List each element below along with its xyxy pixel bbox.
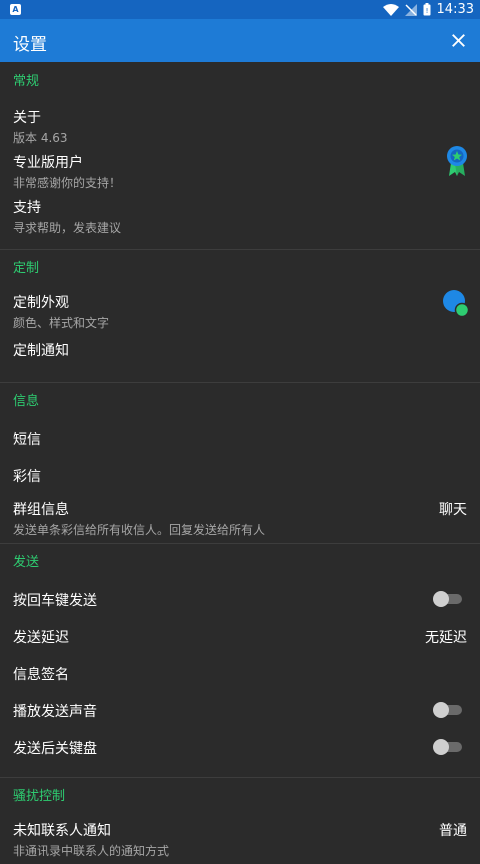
setting-send-sound[interactable]: 播放发送声音 <box>0 701 480 738</box>
setting-label: 信息签名 <box>13 667 69 683</box>
page-title: 设置 <box>13 35 47 55</box>
setting-label: 定制通知 <box>13 343 69 359</box>
setting-customize-notifications[interactable]: 定制通知 <box>0 340 480 382</box>
cellular-signal-icon <box>404 3 417 16</box>
toggle-knob <box>433 591 449 607</box>
setting-label: 定制外观 <box>13 295 69 311</box>
section-header-customize: 定制 <box>13 261 40 276</box>
setting-support[interactable]: 支持 寻求帮助，发表建议 <box>0 197 480 249</box>
wifi-icon <box>382 3 399 16</box>
setting-label: 群组信息 <box>13 502 69 518</box>
setting-subtitle: 寻求帮助，发表建议 <box>13 221 122 235</box>
section-header-general: 常规 <box>13 74 40 89</box>
setting-about[interactable]: 关于 版本 4.63 <box>0 107 480 152</box>
setting-label: 彩信 <box>13 469 41 485</box>
award-badge-icon <box>447 146 467 176</box>
battery-icon: ! <box>423 3 431 16</box>
setting-label: 按回车键发送 <box>13 593 97 609</box>
setting-label: 未知联系人通知 <box>13 823 111 839</box>
setting-sms[interactable]: 短信 <box>0 429 480 466</box>
section-header-messages: 信息 <box>13 394 40 409</box>
setting-subtitle: 发送单条彩信给所有收信人。回复发送给所有人 <box>13 523 266 537</box>
enter-to-send-toggle[interactable] <box>433 591 462 607</box>
send-sound-toggle[interactable] <box>433 702 462 718</box>
setting-label: 发送后关键盘 <box>13 741 97 757</box>
setting-value: 无延迟 <box>425 630 467 646</box>
setting-pro-user[interactable]: 专业版用户 非常感谢你的支持！ <box>0 146 480 197</box>
setting-send-delay[interactable]: 发送延迟 无延迟 <box>0 627 480 664</box>
setting-value: 普通 <box>439 823 467 839</box>
close-keyboard-toggle[interactable] <box>433 739 462 755</box>
setting-label: 专业版用户 <box>13 155 83 171</box>
app-bar: 设置 <box>0 19 480 62</box>
setting-subtitle: 颜色、样式和文字 <box>13 316 110 330</box>
setting-subtitle: 非常感谢你的支持！ <box>13 176 122 190</box>
app-notification-icon: A <box>10 4 21 15</box>
setting-subtitle: 版本 4.63 <box>13 131 68 145</box>
setting-label: 短信 <box>13 432 41 448</box>
close-icon[interactable] <box>447 29 470 52</box>
setting-mms[interactable]: 彩信 <box>0 466 480 499</box>
svg-text:!: ! <box>425 7 428 15</box>
setting-customize-appearance[interactable]: 定制外观 颜色、样式和文字 <box>0 290 480 340</box>
toggle-knob <box>433 702 449 718</box>
setting-enter-to-send[interactable]: 按回车键发送 <box>0 590 480 627</box>
setting-value: 聊天 <box>439 502 467 518</box>
setting-subtitle: 非通讯录中联系人的通知方式 <box>13 844 170 858</box>
section-header-sending: 发送 <box>13 555 40 570</box>
clock: 14:33 <box>436 2 474 17</box>
setting-label: 支持 <box>13 200 41 216</box>
status-icons: ! 14:33 <box>382 0 474 19</box>
palette-color-icon <box>443 290 468 317</box>
setting-unknown-contacts[interactable]: 未知联系人通知 非通讯录中联系人的通知方式 普通 <box>0 820 480 864</box>
setting-group-messaging[interactable]: 群组信息 发送单条彩信给所有收信人。回复发送给所有人 聊天 <box>0 499 480 543</box>
toggle-knob <box>433 739 449 755</box>
setting-close-keyboard[interactable]: 发送后关键盘 <box>0 738 480 777</box>
section-header-harassment: 骚扰控制 <box>13 789 66 804</box>
setting-label: 播放发送声音 <box>13 704 97 720</box>
setting-signature[interactable]: 信息签名 <box>0 664 480 701</box>
setting-label: 关于 <box>13 110 41 126</box>
status-bar: A ! 14:33 <box>0 0 480 19</box>
setting-label: 发送延迟 <box>13 630 69 646</box>
